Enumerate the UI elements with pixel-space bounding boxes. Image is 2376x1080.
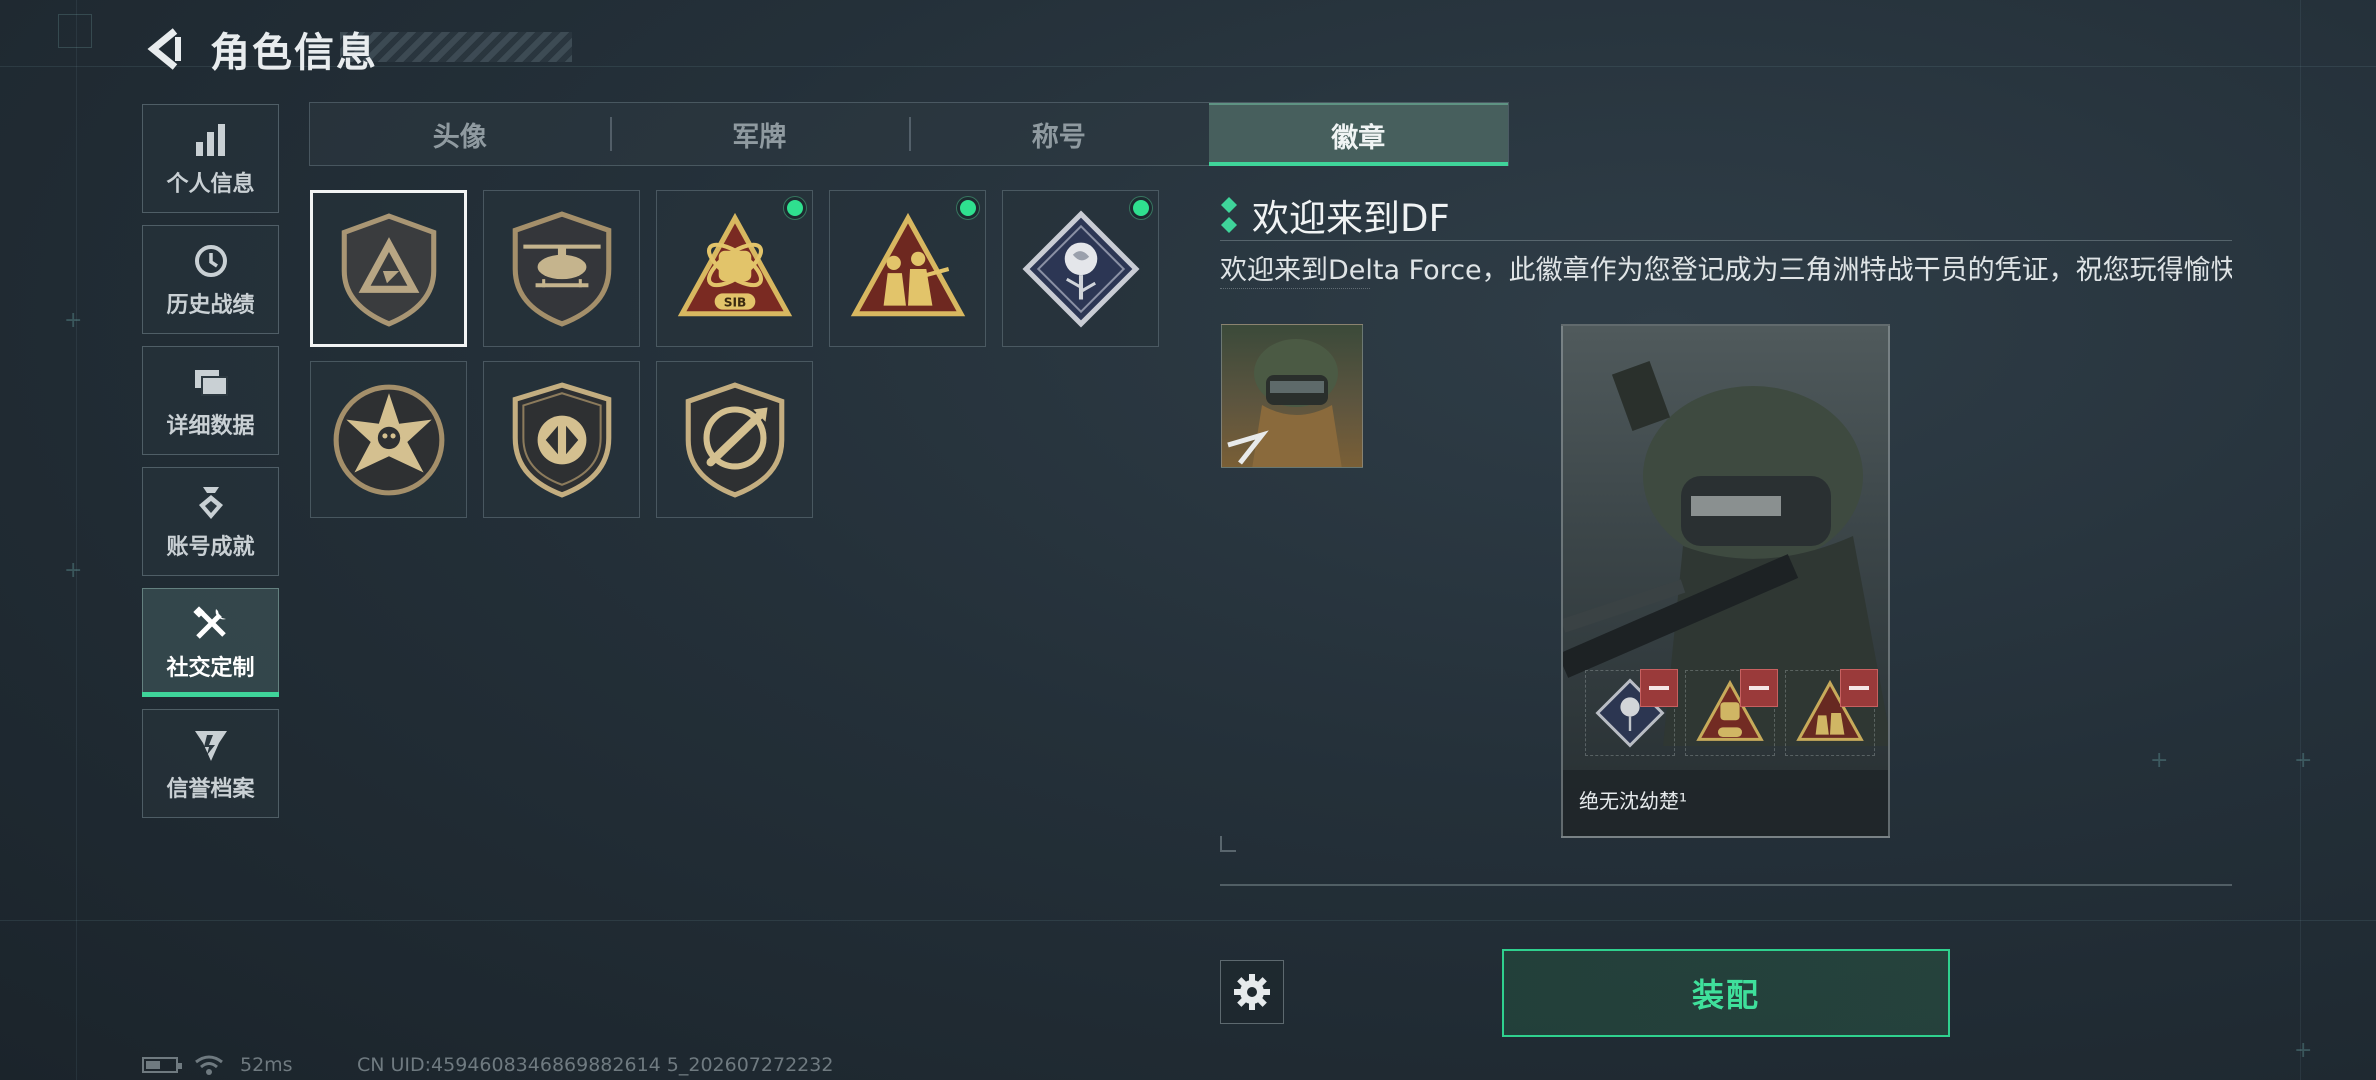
- badge-slot-helicopter[interactable]: [483, 190, 640, 347]
- svg-text:SIB: SIB: [723, 295, 746, 309]
- sidebar-item-label: 历史战绩: [166, 292, 255, 318]
- reputation-icon: [191, 725, 231, 765]
- sidebar-item-label: 详细数据: [166, 413, 255, 439]
- equipped-indicator: [1130, 197, 1152, 219]
- player-card-preview: 绝无沈幼楚¹: [1561, 324, 1890, 838]
- divider: [1220, 884, 2232, 886]
- arrow-shield-badge-icon: [512, 381, 611, 498]
- badge-slot-rose[interactable]: [1002, 190, 1159, 347]
- sidebar-item-personal-info[interactable]: 个人信息: [142, 104, 279, 213]
- badge-slot-knife-shield[interactable]: [656, 361, 813, 518]
- folders-icon: [191, 362, 231, 402]
- player-name: 绝无沈幼楚¹: [1579, 789, 1688, 813]
- equipped-slot-3: [1785, 669, 1878, 756]
- equipped-slot-1: [1585, 669, 1678, 756]
- sidebar-item-label: 社交定制: [166, 655, 255, 681]
- helicopter-badge-icon: [512, 210, 611, 327]
- user-uid: CN UID:4594608346869882614 5_20260727223…: [357, 1054, 834, 1076]
- soldier-portrait-icon: [1227, 339, 1342, 467]
- badge-slot-sib-fist[interactable]: SIB: [656, 190, 813, 347]
- description-underline: [1220, 288, 1370, 296]
- bar-chart-icon: [191, 120, 231, 160]
- battery-icon: [142, 1057, 182, 1073]
- equipped-indicator: [784, 197, 806, 219]
- equip-button[interactable]: 装配: [1502, 949, 1950, 1037]
- sidebar-item-history[interactable]: 历史战绩: [142, 225, 279, 334]
- star-skull-badge-icon: [333, 384, 444, 495]
- badge-detail-header: 欢迎来到DF: [1220, 188, 1450, 242]
- gear-icon: [1234, 974, 1270, 1010]
- title-marker-icon: [1221, 197, 1237, 233]
- tools-icon: [191, 604, 231, 644]
- sidebar-item-label: 账号成就: [166, 534, 255, 560]
- equip-button-label: 装配: [1691, 976, 1760, 1014]
- wifi-icon: [195, 1055, 223, 1075]
- sidebar-item-achievements[interactable]: 账号成就: [142, 467, 279, 576]
- badge-description: 欢迎来到Delta Force，此徽章作为您登记成为三角洲特战干员的凭证，祝您玩…: [1220, 255, 2232, 286]
- sidebar-item-label: 信誉档案: [166, 776, 255, 802]
- back-button[interactable]: [140, 24, 190, 74]
- tab-badge[interactable]: 徽章: [1208, 103, 1508, 166]
- page-title: 角色信息: [210, 30, 378, 76]
- knife-shield-badge-icon: [685, 381, 784, 498]
- equipped-slot-2: [1685, 669, 1778, 756]
- divider: [1220, 240, 2232, 241]
- remove-badge-button[interactable]: [1840, 669, 1878, 707]
- equipped-indicator: [957, 197, 979, 219]
- operator-portrait-icon: [1563, 360, 1888, 746]
- tab-dogtag[interactable]: 军牌: [609, 103, 910, 165]
- equipped-badges: [1585, 669, 1878, 756]
- badge-slot-star-skull[interactable]: [310, 361, 467, 518]
- sidebar-item-label: 个人信息: [166, 171, 255, 197]
- rose-diamond-badge-icon: [1022, 210, 1139, 327]
- delta-shield-badge-icon: [341, 212, 436, 327]
- remove-badge-button[interactable]: [1640, 669, 1678, 707]
- back-arrow-icon: [147, 28, 181, 70]
- badge-grid: SIB: [310, 190, 1160, 518]
- sidebar: 个人信息 历史战绩 详细数据 账号成就 社交定制 信誉档案: [142, 104, 279, 830]
- soldiers-triangle-badge-icon: [850, 212, 965, 316]
- tab-bar: 头像 军牌 称号 徽章: [309, 102, 1509, 166]
- status-bar: 52ms: [142, 1054, 293, 1076]
- tab-avatar[interactable]: 头像: [310, 103, 610, 165]
- ping-value: 52ms: [240, 1054, 293, 1076]
- sib-atom-fist-badge-icon: SIB: [677, 212, 792, 316]
- sidebar-item-reputation[interactable]: 信誉档案: [142, 709, 279, 818]
- tab-title[interactable]: 称号: [909, 103, 1209, 165]
- settings-button[interactable]: [1220, 960, 1284, 1024]
- achievement-icon: [191, 483, 231, 523]
- badge-slot-delta-shield[interactable]: [310, 190, 467, 347]
- sidebar-item-detailed-data[interactable]: 详细数据: [142, 346, 279, 455]
- badge-slot-arrow-shield[interactable]: [483, 361, 640, 518]
- frame-bracket-left: [1220, 836, 1236, 852]
- sidebar-item-social-custom[interactable]: 社交定制: [142, 588, 279, 697]
- player-avatar: [1221, 324, 1363, 468]
- badge-slot-soldiers[interactable]: [829, 190, 986, 347]
- history-clock-icon: [191, 241, 231, 281]
- badge-title: 欢迎来到DF: [1252, 197, 1450, 240]
- remove-badge-button[interactable]: [1740, 669, 1778, 707]
